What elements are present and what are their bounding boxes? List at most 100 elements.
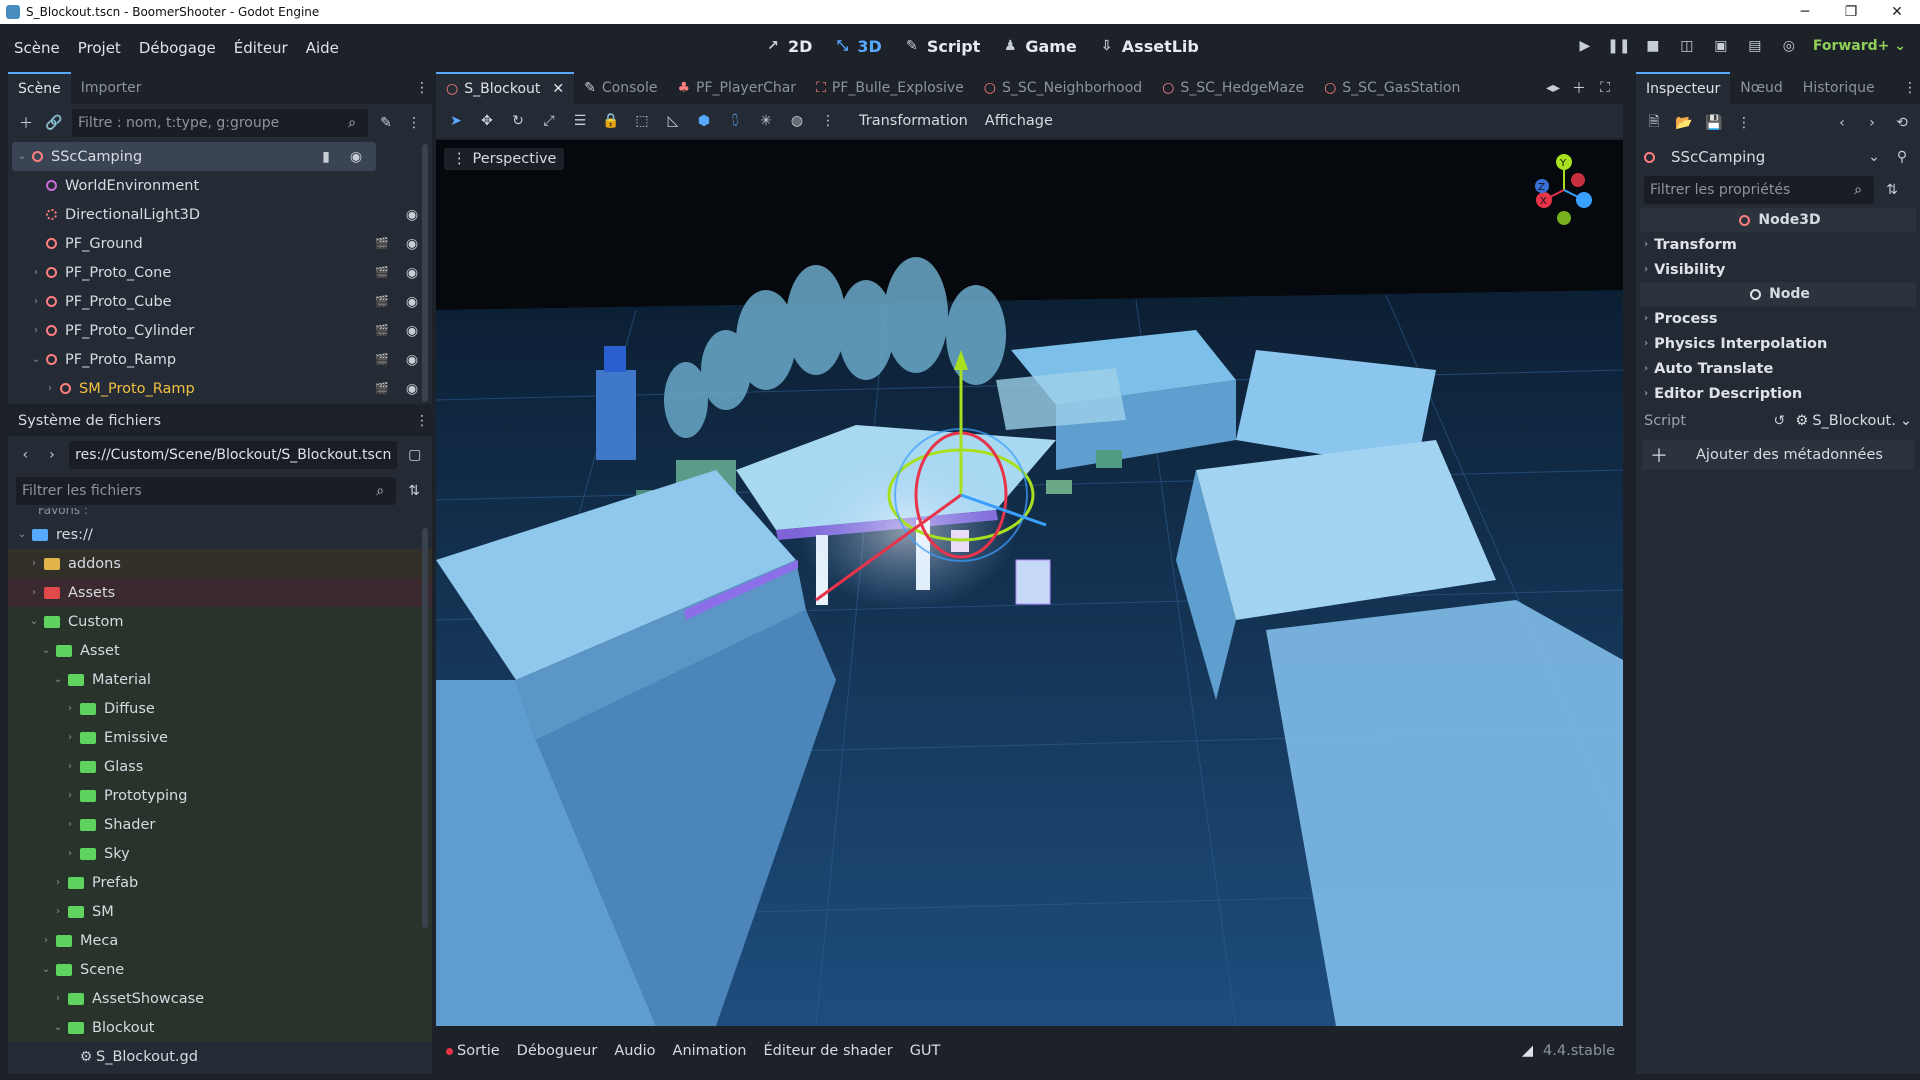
filesystem-row[interactable]: › Glass [8,752,432,781]
property-sort-icon[interactable]: ⇅ [1882,180,1902,200]
scene-tree-scrollbar[interactable] [422,144,428,402]
filesystem-row[interactable]: ⌄ Blockout [8,1013,432,1042]
scene-tab[interactable]: ✎ Console [574,72,667,104]
close-window-button[interactable]: ✕ [1874,4,1920,20]
visibility-eye-icon[interactable]: ◉ [402,292,422,312]
filesystem-row[interactable]: › Assets [8,578,432,607]
scene-tab[interactable]: ○ S_Blockout ✕ [436,72,575,104]
tab-scene[interactable]: Scène [8,72,71,104]
new-resource-icon[interactable]: 🗎 [1644,113,1664,133]
scene-menu-icon[interactable]: ⋮ [404,113,424,133]
perspective-menu-button[interactable]: ⋮ Perspective [444,148,565,170]
dock-menu-icon[interactable]: ⋮ [412,78,432,98]
expand-arrow-icon[interactable]: › [64,790,76,801]
open-resource-icon[interactable]: 📂 [1674,113,1694,133]
property-filter-input[interactable]: Filtrer les propriétés ⌕ [1644,176,1874,204]
category-process[interactable]: › Process [1636,306,1920,331]
visibility-eye-icon[interactable]: ◉ [402,205,422,225]
tab-debugger[interactable]: Débogueur [517,1043,598,1059]
pause-icon[interactable]: ❚❚ [1607,36,1630,56]
play-icon[interactable]: ▶ [1575,36,1595,56]
expand-arrow-icon[interactable]: ⌄ [30,354,42,365]
back-arrow-icon[interactable]: ‹ [16,445,35,465]
expand-arrow-icon[interactable]: › [64,761,76,772]
tab-import[interactable]: Importer [71,72,152,104]
expand-arrow-icon[interactable]: ⌄ [52,674,64,685]
snap-icon[interactable]: ⩇ [725,111,745,131]
expand-arrow-icon[interactable]: › [64,848,76,859]
category-visibility[interactable]: › Visibility [1636,257,1920,282]
visibility-eye-icon[interactable]: ◉ [402,263,422,283]
history-back-icon[interactable]: ‹ [1832,113,1852,133]
filesystem-row[interactable]: › Prefab [8,868,432,897]
tab-audio[interactable]: Audio [614,1043,655,1059]
expand-arrow-icon[interactable]: › [52,906,64,917]
scene-tab[interactable]: ○ S_SC_Neighborhood [974,72,1152,104]
expand-arrow-icon[interactable]: › [30,325,42,336]
script-icon[interactable]: ▮ [316,147,336,167]
scene-tab[interactable]: ○ S_SC_HedgeMaze [1152,72,1314,104]
filesystem-row[interactable]: › Shader [8,810,432,839]
add-metadata-button[interactable]: ＋ Ajouter des métadonnées [1642,440,1914,470]
script-resource-picker[interactable]: ⚙ S_Blockout. ⌄ [1795,413,1912,429]
movie-maker-icon[interactable]: ◎ [1779,36,1799,56]
scene-node-row[interactable]: PF_Ground 🎬 ◉ [12,229,432,258]
open-scene-icon[interactable]: 🎬 [372,292,392,312]
tab-shader-editor[interactable]: Éditeur de shader [763,1043,892,1059]
scene-node-row[interactable]: ⌄ PF_Proto_Ramp 🎬 ◉ [12,345,432,374]
expand-arrow-icon[interactable]: › [64,703,76,714]
scale-tool-icon[interactable]: ⤢ [539,111,559,131]
save-resource-icon[interactable]: 💾 [1704,113,1724,133]
view-axis-gizmo[interactable]: Y X Z [1528,150,1608,228]
scene-filter-input[interactable]: Filtre : nom, t:type, g:groupe ⌕ [72,109,368,137]
close-tab-icon[interactable]: ✕ [552,81,564,97]
split-view-icon[interactable]: ▢ [405,445,424,465]
3d-viewport[interactable]: ⋮ Perspective Y X Z [436,140,1623,1026]
scene-tab[interactable]: ○ S_SC_GasStation [1314,72,1470,104]
scene-node-row[interactable]: › PF_Proto_Cone 🎬 ◉ [12,258,432,287]
menu-debug[interactable]: Débogage [130,39,225,57]
tab-history[interactable]: Historique [1793,72,1885,104]
expand-arrow-icon[interactable]: › [28,587,40,598]
filesystem-row[interactable]: › Emissive [8,723,432,752]
category-transform[interactable]: › Transform [1636,232,1920,257]
filesystem-row[interactable]: › Diffuse [8,694,432,723]
expand-arrow-icon[interactable]: ⌄ [52,1022,64,1033]
new-scene-tab-icon[interactable]: ＋ [1569,78,1589,98]
filesystem-row[interactable]: ⌄ Asset [8,636,432,665]
filesystem-scrollbar[interactable] [422,528,428,928]
scene-node-row[interactable]: › SM_Proto_Ramp 🎬 ◉ [12,374,432,403]
expand-arrow-icon[interactable]: ⌄ [16,151,28,162]
sort-icon[interactable]: ⇅ [404,481,424,501]
minimize-button[interactable]: ─ [1782,4,1828,20]
viewport-more-icon[interactable]: ⋮ [818,111,838,131]
stop-icon[interactable]: ■ [1643,36,1663,56]
mode-script-button[interactable]: ✎ Script [902,36,980,56]
category-physics-interpolation[interactable]: › Physics Interpolation [1636,331,1920,356]
play-scene-icon[interactable]: ▣ [1711,36,1731,56]
scene-node-row[interactable]: › PF_Proto_Cube 🎬 ◉ [12,287,432,316]
resource-menu-icon[interactable]: ⋮ [1734,113,1754,133]
expand-arrow-icon[interactable]: › [30,267,42,278]
move-tool-icon[interactable]: ✥ [477,111,497,131]
tab-node[interactable]: Nœud [1730,72,1793,104]
open-scene-icon[interactable]: 🎬 [372,321,392,341]
menu-help[interactable]: Aide [297,39,348,57]
menu-editor[interactable]: Éditeur [225,39,297,57]
lock-icon[interactable]: 🔒 [601,111,621,131]
scene-tab[interactable]: ⛶ PF_Bulle_Explosive [806,72,974,104]
visibility-eye-icon[interactable]: ◉ [346,147,366,167]
visibility-eye-icon[interactable]: ◉ [402,234,422,254]
local-space-icon[interactable]: ⬢ [694,111,714,131]
expand-arrow-icon[interactable]: ⌄ [40,964,52,975]
instance-scene-icon[interactable]: 🔗 [44,113,64,133]
file-filter-input[interactable]: Filtrer les fichiers ⌕ [16,477,397,505]
expand-arrow-icon[interactable]: › [40,935,52,946]
open-scene-icon[interactable]: 🎬 [372,263,392,283]
select-tool-icon[interactable]: ➤ [446,111,466,131]
scene-node-row[interactable]: › PF_Proto_Cylinder 🎬 ◉ [12,316,432,345]
object-history-icon[interactable]: ⟲ [1892,113,1912,133]
distraction-free-icon[interactable]: ⛶ [1595,78,1615,98]
expand-arrow-icon[interactable]: ⌄ [40,645,52,656]
dock-menu-icon[interactable]: ⋮ [412,411,432,431]
